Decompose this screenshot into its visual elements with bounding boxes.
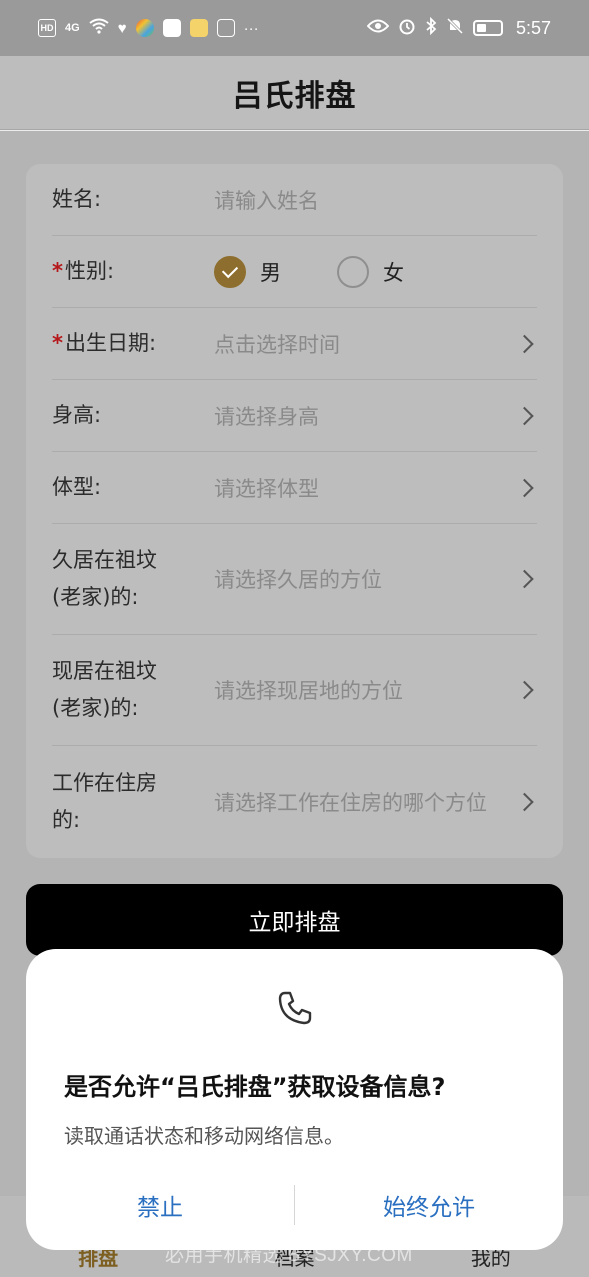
height-row[interactable]: 身高: 请选择身高 (52, 380, 537, 452)
gender-option-male[interactable]: 男 (214, 255, 281, 288)
status-left: HD 4G ♥ ··· (38, 18, 259, 38)
birth-date-label: *出生日期: (52, 331, 157, 355)
dialog-title: 是否允许“吕氏排盘”获取设备信息? (64, 1073, 446, 1101)
gender-radio-group: 男 女 (214, 255, 446, 288)
deny-button[interactable]: 禁止 (26, 1188, 294, 1222)
app-icon (216, 19, 235, 37)
body-type-row[interactable]: 体型: 请选择体型 (52, 452, 537, 524)
app-icon (189, 19, 208, 37)
radio-checked-icon[interactable] (214, 255, 246, 288)
body-type-label: 体型: (52, 475, 102, 499)
bluetooth-icon (425, 16, 437, 39)
header: 吕氏排盘 (0, 56, 589, 130)
long-residence-label: 久居在祖坟 (老家)的: (52, 548, 157, 609)
required-mark: * (52, 259, 63, 283)
app-icon (162, 19, 181, 37)
always-allow-button[interactable]: 始终允许 (295, 1188, 563, 1222)
more-icon: ··· (243, 19, 259, 37)
long-residence-picker[interactable]: 请选择久居的方位 (214, 564, 537, 594)
height-label: 身高: (52, 403, 102, 427)
work-picker[interactable]: 请选择工作在住房的哪个方位 (214, 787, 537, 817)
mute-bell-icon (446, 17, 464, 39)
current-residence-row[interactable]: 现居在祖坟 (老家)的: 请选择现居地的方位 (52, 635, 537, 746)
gender-option-label: 女 (383, 260, 404, 285)
wifi-icon (89, 18, 109, 38)
phone-icon (278, 991, 312, 1025)
status-bar: HD 4G ♥ ··· 5:57 (0, 0, 589, 56)
birth-date-row[interactable]: *出生日期: 点击选择时间 (52, 308, 537, 380)
page-title: 吕氏排盘 (232, 78, 357, 114)
signal-icon: 4G (65, 22, 80, 34)
status-right: 5:57 (366, 16, 551, 39)
eye-icon (366, 19, 390, 37)
hd-icon: HD (38, 19, 56, 37)
permission-dialog: 是否允许“吕氏排盘”获取设备信息? 读取通话状态和移动网络信息。 禁止 始终允许 (26, 949, 563, 1250)
required-mark: * (52, 331, 63, 355)
current-residence-picker[interactable]: 请选择现居地的方位 (214, 675, 537, 705)
form-card: 姓名: 请输入姓名 *性别: 男 女 *出生日期: 点击选择时间 身高: 请选择… (26, 164, 563, 858)
clock: 5:57 (515, 17, 551, 38)
gender-option-female[interactable]: 女 (337, 255, 404, 288)
watermark: 必用手机精选 BYSJXY.COM (165, 1245, 413, 1266)
work-label: 工作在住房 的: (52, 770, 157, 832)
app-icon (135, 19, 154, 37)
radio-unchecked-icon[interactable] (337, 255, 369, 288)
gender-option-label: 男 (260, 260, 281, 285)
name-label: 姓名: (52, 187, 102, 211)
long-residence-row[interactable]: 久居在祖坟 (老家)的: 请选择久居的方位 (52, 524, 537, 635)
alarm-icon (398, 17, 416, 39)
birth-date-picker[interactable]: 点击选择时间 (214, 329, 537, 359)
name-input[interactable]: 请输入姓名 (214, 185, 537, 215)
current-residence-label: 现居在祖坟 (老家)的: (52, 659, 157, 720)
submit-button[interactable]: 立即排盘 (26, 884, 563, 956)
gender-row: *性别: 男 女 (52, 236, 537, 308)
dialog-buttons: 禁止 始终允许 (26, 1181, 563, 1229)
battery-icon (472, 20, 503, 36)
name-row[interactable]: 姓名: 请输入姓名 (52, 164, 537, 236)
body-type-picker[interactable]: 请选择体型 (214, 473, 537, 503)
work-row[interactable]: 工作在住房 的: 请选择工作在住房的哪个方位 (52, 746, 537, 857)
height-picker[interactable]: 请选择身高 (214, 401, 537, 431)
heart-icon: ♥ (117, 19, 127, 37)
dialog-message: 读取通话状态和移动网络信息。 (64, 1124, 344, 1148)
gender-label: *性别: (52, 259, 115, 283)
